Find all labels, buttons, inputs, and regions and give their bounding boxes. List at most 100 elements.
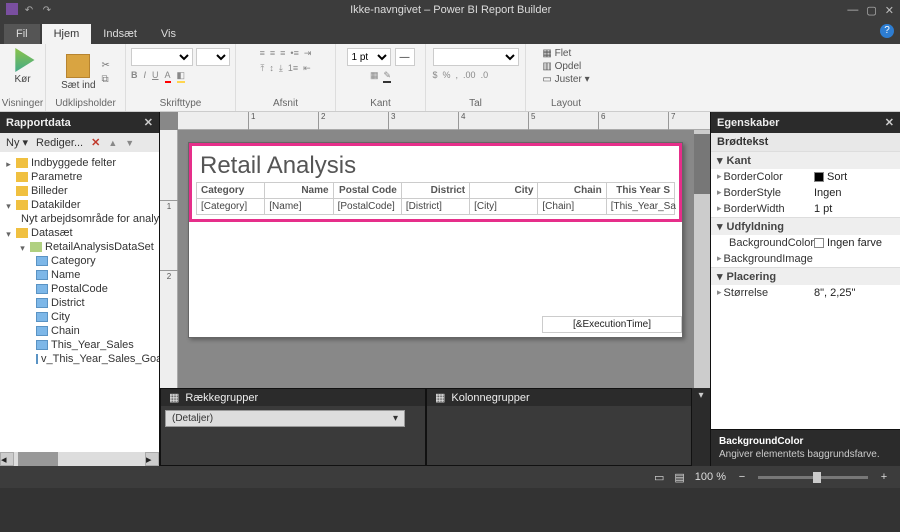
dec-inc-button[interactable]: .00 — [463, 70, 476, 80]
rows-icon: ▦ — [169, 391, 179, 404]
maximize-icon[interactable]: ▢ — [866, 4, 876, 17]
italic-button[interactable]: I — [144, 70, 147, 83]
prop-row[interactable]: ▸BorderWidth1 pt — [711, 201, 900, 217]
comma-button[interactable]: , — [456, 70, 459, 80]
minimize-icon[interactable]: — — [847, 4, 858, 17]
move-up-icon[interactable]: ▲ — [108, 138, 117, 148]
percent-button[interactable]: % — [443, 70, 451, 80]
column-header[interactable]: Name — [265, 183, 333, 199]
cut-icon[interactable]: ✂ — [102, 60, 110, 71]
indent-button[interactable]: ⇥ — [304, 48, 312, 59]
align-right-button[interactable]: ≡ — [280, 48, 285, 59]
help-icon[interactable]: ? — [880, 24, 894, 38]
underline-button[interactable]: U — [152, 70, 159, 83]
edit-button[interactable]: Rediger... — [36, 137, 83, 149]
tab-insert[interactable]: Indsæt — [91, 24, 149, 44]
numbers-button[interactable]: 1≡ — [288, 63, 298, 74]
group-clipboard-label: Udklipsholder — [55, 98, 116, 109]
design-canvas[interactable]: Retail Analysis Category Name Postal Cod… — [178, 130, 694, 388]
currency-button[interactable]: $ — [433, 70, 438, 80]
copy-icon[interactable]: ⧉ — [102, 74, 110, 85]
field-cell[interactable]: [Chain] — [538, 199, 606, 215]
bullets-button[interactable]: •≡ — [290, 48, 298, 59]
ruler-vertical: 12 — [160, 130, 178, 388]
ruler-horizontal: 1234567 — [178, 112, 710, 130]
canvas-vscroll[interactable] — [694, 130, 710, 388]
number-format-select[interactable] — [433, 48, 519, 66]
column-header[interactable]: District — [401, 183, 469, 199]
field-cell[interactable]: [Category] — [197, 199, 265, 215]
run-button[interactable]: Kør — [11, 48, 35, 85]
delete-icon[interactable]: ✕ — [91, 136, 100, 149]
column-header[interactable]: Chain — [538, 183, 606, 199]
split-button[interactable]: ▥ Opdel — [542, 61, 581, 72]
view-icon[interactable]: ▭ — [654, 471, 664, 484]
bold-button[interactable]: B — [131, 70, 138, 83]
align-button[interactable]: ▭ Juster ▾ — [542, 74, 589, 85]
panel-close-icon[interactable]: ✕ — [144, 116, 153, 129]
column-header[interactable]: Category — [197, 183, 265, 199]
column-header[interactable]: Postal Code — [333, 183, 401, 199]
border-icon[interactable]: ▦ — [370, 70, 379, 83]
prop-group-position[interactable]: ▾Placering — [711, 268, 900, 285]
report-data-tree[interactable]: ▸Indbyggede felter Parametre Billeder ▾D… — [0, 152, 159, 452]
prop-row[interactable]: ▸BorderStyleIngen — [711, 185, 900, 201]
close-icon[interactable]: ✕ — [885, 4, 894, 17]
prop-group-fill[interactable]: ▾Udfyldning — [711, 218, 900, 235]
font-family-select[interactable] — [131, 48, 193, 66]
prop-group-border[interactable]: ▾Kant — [711, 152, 900, 169]
field-cell[interactable]: [District] — [401, 199, 469, 215]
field-icon — [36, 298, 48, 308]
field-cell[interactable]: [Name] — [265, 199, 333, 215]
align-left-button[interactable]: ≡ — [260, 48, 265, 59]
grouping-toggle[interactable]: ▾ — [692, 388, 710, 466]
outdent-button[interactable]: ⇤ — [303, 63, 311, 74]
paste-button[interactable]: Sæt ind — [61, 54, 95, 91]
redo-icon[interactable]: ↷ — [40, 3, 54, 17]
field-cell[interactable]: [This_Year_Sa — [606, 199, 674, 215]
chevron-down-icon[interactable]: ▾ — [393, 413, 398, 424]
panel-hscroll[interactable]: ◂▸ — [0, 452, 159, 466]
move-down-icon[interactable]: ▼ — [125, 138, 134, 148]
report-page[interactable]: Retail Analysis Category Name Postal Cod… — [188, 142, 683, 338]
report-title[interactable]: Retail Analysis — [196, 150, 675, 182]
group-layout-label: Layout — [551, 98, 581, 109]
page-footer-field[interactable]: [&ExecutionTime] — [542, 316, 682, 333]
field-cell[interactable]: [City] — [470, 199, 538, 215]
align-center-button[interactable]: ≡ — [270, 48, 275, 59]
column-header[interactable]: City — [470, 183, 538, 199]
zoom-slider[interactable] — [758, 476, 868, 479]
details-group[interactable]: (Detaljer)▾ — [165, 410, 405, 427]
border-weight-select[interactable]: 1 pt — [347, 48, 391, 66]
tablix[interactable]: Category Name Postal Code District City … — [196, 182, 675, 215]
dec-dec-button[interactable]: .0 — [481, 70, 489, 80]
zoom-in-button[interactable]: + — [878, 471, 890, 483]
tab-view[interactable]: Vis — [149, 24, 188, 44]
column-header[interactable]: This Year S — [606, 183, 674, 199]
font-size-select[interactable] — [196, 48, 230, 66]
font-color-button[interactable]: A — [165, 70, 171, 83]
align-top-button[interactable]: ⤒ — [260, 63, 264, 74]
report-body-selection[interactable]: Retail Analysis Category Name Postal Cod… — [189, 143, 682, 222]
save-icon[interactable] — [6, 3, 18, 15]
prop-row[interactable]: BackgroundColorIngen farve — [711, 235, 900, 251]
prop-row[interactable]: ▸BorderColorSort — [711, 169, 900, 185]
view-icon-2[interactable]: ▤ — [674, 471, 684, 484]
fill-color-button[interactable]: ◧ — [177, 70, 186, 83]
prop-row[interactable]: ▸Størrelse8", 2,25" — [711, 285, 900, 301]
new-dropdown[interactable]: Ny ▾ — [6, 136, 28, 149]
prop-row[interactable]: ▸BackgroundImage — [711, 251, 900, 267]
folder-icon — [16, 186, 28, 196]
align-bot-button[interactable]: ⤓ — [279, 63, 283, 74]
cols-icon: ▦ — [435, 391, 445, 404]
merge-button[interactable]: ▦ Flet — [542, 48, 571, 59]
border-style-button[interactable]: — — [395, 48, 415, 66]
tab-home[interactable]: Hjem — [42, 24, 92, 44]
zoom-out-button[interactable]: − — [736, 471, 748, 483]
align-mid-button[interactable]: ↕ — [269, 63, 274, 74]
tab-file[interactable]: Fil — [4, 24, 40, 44]
undo-icon[interactable]: ↶ — [22, 3, 36, 17]
panel-close-icon[interactable]: ✕ — [885, 116, 894, 129]
border-color-button[interactable]: ✎ — [383, 70, 391, 83]
field-cell[interactable]: [PostalCode] — [333, 199, 401, 215]
